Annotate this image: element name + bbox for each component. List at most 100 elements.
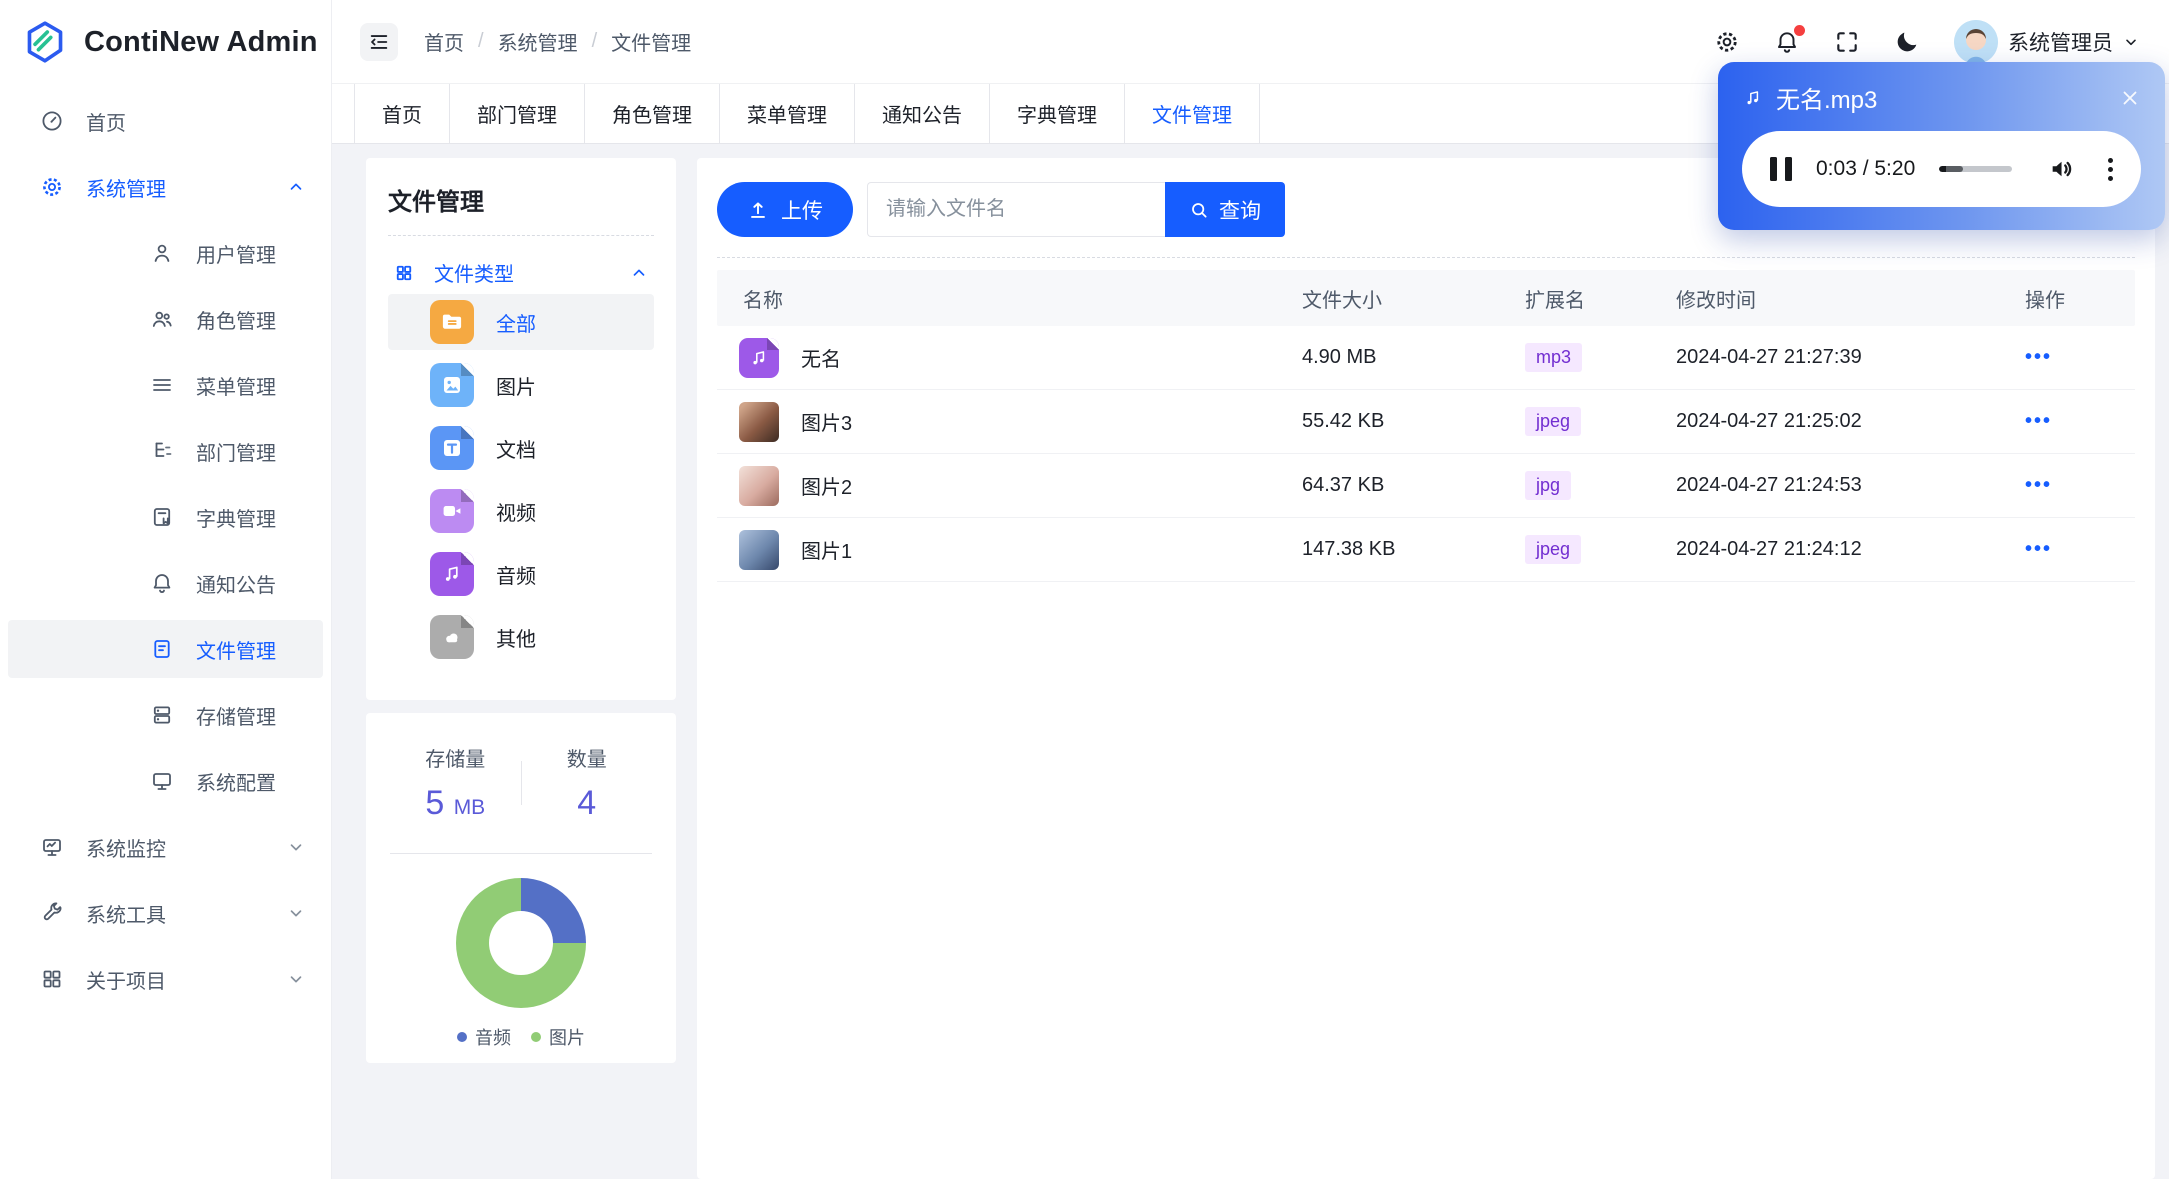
sidebar-item-system-tools[interactable]: 系统工具 xyxy=(8,884,323,942)
row-actions-more-icon[interactable]: ••• xyxy=(2011,346,2135,369)
tab-role[interactable]: 角色管理 xyxy=(585,84,720,143)
sidebar-item-system-management[interactable]: 系统管理 xyxy=(8,158,323,216)
file-thumbnail xyxy=(739,401,779,442)
file-type-other[interactable]: 其他 xyxy=(388,609,654,665)
sidebar-item-about-project[interactable]: 关于项目 xyxy=(8,950,323,1008)
sidebar-item-role-management[interactable]: 角色管理 xyxy=(8,290,323,348)
file-type-video[interactable]: 视频 xyxy=(388,483,654,539)
sidebar-collapse-button[interactable] xyxy=(360,22,398,61)
topbar-actions: 系统管理员 xyxy=(1714,19,2139,64)
file-modified-time: 2024-04-27 21:27:39 xyxy=(1676,346,1862,368)
file-name[interactable]: 图片2 xyxy=(801,471,852,500)
tab-dict[interactable]: 字典管理 xyxy=(990,84,1125,143)
wrench-icon xyxy=(40,901,64,925)
file-table-panel: 上传 查询 名称 xyxy=(697,158,2155,1179)
sidebar-item-dept-management[interactable]: 部门管理 xyxy=(8,422,323,480)
close-icon[interactable] xyxy=(2119,87,2141,109)
grid-small-icon xyxy=(394,263,414,283)
user-menu[interactable]: 系统管理员 xyxy=(1954,19,2139,64)
breadcrumb-item-home[interactable]: 首页 xyxy=(424,27,464,56)
legend-dot xyxy=(531,1032,541,1042)
query-button[interactable]: 查询 xyxy=(1165,182,1285,237)
settings-gear-icon[interactable] xyxy=(1714,29,1740,55)
breadcrumb-item-system[interactable]: 系统管理 xyxy=(498,27,578,56)
sidebar-item-label: 部门管理 xyxy=(196,442,276,465)
file-type-image[interactable]: 图片 xyxy=(388,357,654,413)
file-type-all[interactable]: 全部 xyxy=(388,294,654,350)
audio-time: 0:03 / 5:20 xyxy=(1816,157,1916,180)
file-modified-time: 2024-04-27 21:24:12 xyxy=(1676,538,1862,560)
file-modified-time: 2024-04-27 21:24:53 xyxy=(1676,474,1862,496)
more-vertical-icon[interactable] xyxy=(2108,157,2113,181)
donut-chart xyxy=(456,878,586,1008)
dark-mode-moon-icon[interactable] xyxy=(1894,29,1920,55)
breadcrumb-separator: / xyxy=(478,30,484,52)
chart-area: 音频 图片 xyxy=(390,878,652,1050)
divider xyxy=(388,235,654,236)
sidebar-item-menu-management[interactable]: 菜单管理 xyxy=(8,356,323,414)
file-size: 147.38 KB xyxy=(1302,538,1396,560)
sidebar-item-label: 角色管理 xyxy=(196,310,276,333)
audio-progress-bar[interactable] xyxy=(1939,166,2012,172)
row-actions-more-icon[interactable]: ••• xyxy=(2011,538,2135,561)
file-name[interactable]: 无名 xyxy=(801,343,841,372)
storage-stats-panel: 存储量 5 MB 数量 4 音频 图片 xyxy=(366,713,676,1063)
sidebar-item-user-management[interactable]: 用户管理 xyxy=(8,224,323,282)
table-row[interactable]: 无名 4.90 MB mp3 2024-04-27 21:27:39 ••• xyxy=(717,326,2135,390)
file-name[interactable]: 图片1 xyxy=(801,535,852,564)
table-row[interactable]: 图片2 64.37 KB jpg 2024-04-27 21:24:53 ••• xyxy=(717,454,2135,518)
file-modified-time: 2024-04-27 21:25:02 xyxy=(1676,410,1862,432)
sidebar-item-label: 存储管理 xyxy=(196,706,276,729)
fullscreen-icon[interactable] xyxy=(1834,29,1860,55)
sidebar-item-label: 系统配置 xyxy=(196,772,276,795)
tab-menu[interactable]: 菜单管理 xyxy=(720,84,855,143)
sidebar-item-home[interactable]: 首页 xyxy=(8,92,323,150)
file-type-label: 视频 xyxy=(496,502,536,525)
avatar[interactable] xyxy=(1954,19,1998,64)
tab-dept[interactable]: 部门管理 xyxy=(450,84,585,143)
notification-bell-icon[interactable] xyxy=(1774,24,1805,55)
music-note-icon xyxy=(1747,90,1759,104)
audio-file-icon xyxy=(430,552,474,596)
tab-notice[interactable]: 通知公告 xyxy=(855,84,990,143)
sidebar-item-storage-management[interactable]: 存储管理 xyxy=(8,686,323,744)
search-input[interactable] xyxy=(867,182,1165,237)
audio-player-popup: 无名.mp3 0:03 / 5:20 xyxy=(1718,62,2165,230)
tab-label: 文件管理 xyxy=(1152,105,1232,127)
logo-icon xyxy=(22,19,68,65)
file-type-document[interactable]: 文档 xyxy=(388,420,654,476)
sidebar-item-file-management[interactable]: 文件管理 xyxy=(8,620,323,678)
legend-item-audio[interactable]: 音频 xyxy=(457,1024,511,1050)
logo[interactable]: ContiNew Admin xyxy=(0,0,331,84)
table-header: 名称 文件大小 扩展名 修改时间 操作 xyxy=(717,270,2135,326)
file-type-audio[interactable]: 音频 xyxy=(388,546,654,602)
breadcrumb-separator: / xyxy=(591,30,598,52)
table-row[interactable]: 图片3 55.42 KB jpeg 2024-04-27 21:25:02 ••… xyxy=(717,390,2135,454)
sidebar-item-dict-management[interactable]: 字典管理 xyxy=(8,488,323,546)
sidebar-item-system-monitor[interactable]: 系统监控 xyxy=(8,818,323,876)
column-header-ext: 扩展名 xyxy=(1525,289,1585,312)
content: 文件管理 文件类型 全部 图片 文档 视频 音频 其他 存储量 5 MB 数量 … xyxy=(332,144,2169,1179)
file-type-tree-header[interactable]: 文件类型 xyxy=(394,258,648,287)
storage-unit: MB xyxy=(453,796,486,819)
user-icon xyxy=(150,241,174,265)
table-row[interactable]: 图片1 147.38 KB jpeg 2024-04-27 21:24:12 •… xyxy=(717,518,2135,582)
audio-file-icon xyxy=(739,337,779,378)
file-thumbnail xyxy=(739,465,779,506)
legend-item-image[interactable]: 图片 xyxy=(531,1024,585,1050)
volume-icon[interactable] xyxy=(2048,155,2076,183)
row-actions-more-icon[interactable]: ••• xyxy=(2011,410,2135,433)
sidebar-item-label: 关于项目 xyxy=(86,970,166,993)
tree-header-label: 文件类型 xyxy=(434,264,514,286)
file-name[interactable]: 图片3 xyxy=(801,407,852,436)
upload-button[interactable]: 上传 xyxy=(717,182,853,237)
pause-icon[interactable] xyxy=(1770,157,1792,181)
row-actions-more-icon[interactable]: ••• xyxy=(2011,474,2135,497)
sidebar-item-notice[interactable]: 通知公告 xyxy=(8,554,323,612)
panel-title: 文件管理 xyxy=(388,189,484,216)
sidebar-item-system-config[interactable]: 系统配置 xyxy=(8,752,323,810)
tab-file-management[interactable]: 文件管理 xyxy=(1125,84,1260,143)
audio-controls: 0:03 / 5:20 xyxy=(1742,131,2141,207)
tab-home[interactable]: 首页 xyxy=(354,84,450,143)
user-name: 系统管理员 xyxy=(2008,31,2113,55)
